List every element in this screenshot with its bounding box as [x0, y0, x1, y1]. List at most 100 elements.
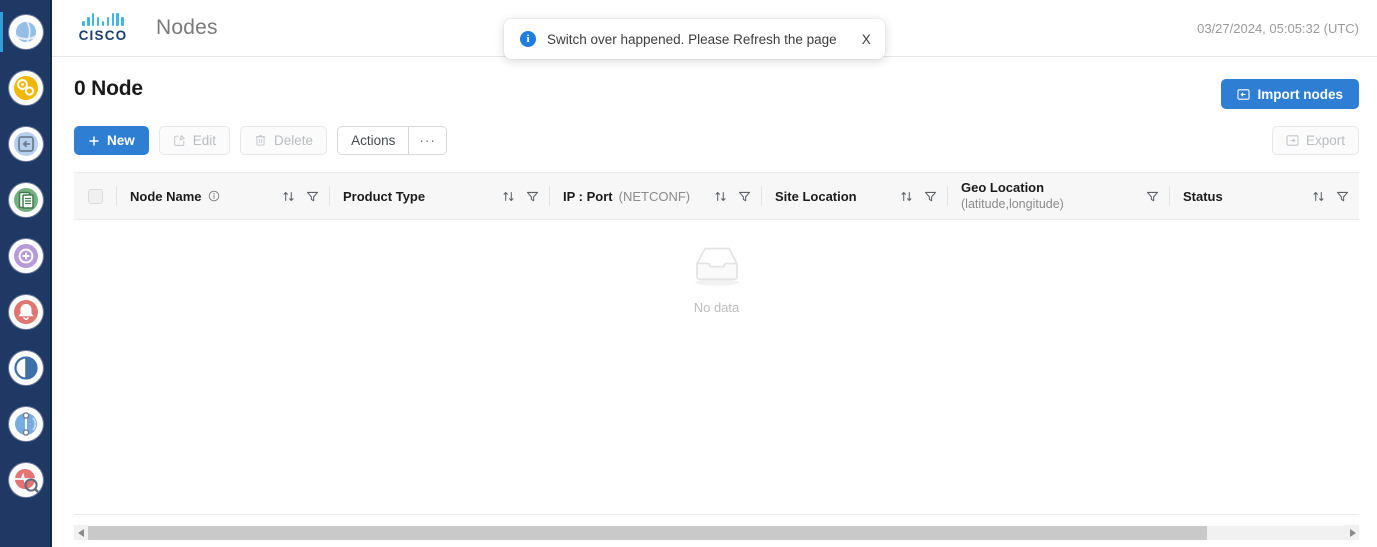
info-icon[interactable]: [208, 190, 220, 202]
filter-icon[interactable]: [738, 190, 751, 203]
add-circle-icon: [9, 239, 43, 273]
sort-icon[interactable]: [714, 190, 727, 203]
cisco-logo: CISCO: [72, 13, 134, 43]
cisco-wordmark: CISCO: [78, 28, 128, 43]
column-tools: [1132, 190, 1159, 203]
actions-button-group: Actions ···: [337, 126, 447, 155]
action-toolbar: New Edit Delete Actions ··· Export: [74, 126, 1359, 155]
edit-button-label: Edit: [192, 133, 217, 148]
sort-icon[interactable]: [282, 190, 295, 203]
column-label-block: Product Type: [329, 189, 425, 204]
edit-button[interactable]: Edit: [158, 126, 231, 155]
pencil-square-icon: [173, 134, 186, 147]
close-icon[interactable]: X: [862, 32, 871, 47]
delete-button-label: Delete: [274, 133, 314, 148]
column-label: IP : Port: [563, 188, 613, 204]
column-label-block: Node Name: [116, 189, 220, 204]
scrollbar-thumb[interactable]: [88, 525, 1207, 540]
sidebar-item-alarm-bell[interactable]: [0, 284, 52, 340]
cisco-bars-icon: [82, 13, 124, 26]
column-label: Status: [1183, 188, 1223, 204]
horizontal-scrollbar[interactable]: [74, 524, 1359, 541]
alarm-bell-icon: [9, 295, 43, 329]
main-area: CISCO Nodes 03/27/2024, 05:05:32 (UTC) i…: [52, 0, 1377, 547]
sidebar-item-add-circle[interactable]: [0, 228, 52, 284]
trash-icon: [254, 134, 267, 147]
documents-icon: [9, 183, 43, 217]
column-tools: [1298, 190, 1349, 203]
notification-toast: i Switch over happened. Please Refresh t…: [504, 19, 885, 59]
page-head: 0 Node Import nodes: [74, 57, 1359, 109]
sort-icon[interactable]: [1312, 190, 1325, 203]
column-sublabel: (latitude,longitude): [961, 197, 1064, 212]
toolbar-right: Export: [1271, 126, 1359, 155]
column-label-block: Site Location: [761, 189, 857, 204]
sort-icon[interactable]: [900, 190, 913, 203]
page-title: 0 Node: [74, 77, 143, 100]
gears-icon: [9, 71, 43, 105]
filter-icon[interactable]: [1336, 190, 1349, 203]
page-content: 0 Node Import nodes New Edit Delete Acti…: [52, 57, 1377, 547]
column-header-node_name: Node Name: [116, 173, 329, 219]
column-label-block: Status: [1169, 189, 1223, 204]
empty-inbox-icon: [685, 242, 749, 293]
filter-icon[interactable]: [924, 190, 937, 203]
plus-icon: [88, 135, 100, 147]
import-nodes-button[interactable]: Import nodes: [1221, 79, 1359, 109]
page-app-title: Nodes: [156, 16, 218, 39]
export-button-label: Export: [1305, 133, 1345, 148]
sidebar-item-device-config[interactable]: [0, 116, 52, 172]
sort-icon[interactable]: [502, 190, 515, 203]
actions-overflow-button[interactable]: ···: [409, 126, 447, 155]
column-sublabel: (NETCONF): [618, 188, 691, 204]
scroll-right-arrow-icon[interactable]: [1345, 525, 1359, 540]
sidebar-item-half-circle[interactable]: [0, 340, 52, 396]
scrollbar-track[interactable]: [88, 525, 1345, 540]
empty-state-text: No data: [693, 300, 740, 315]
export-icon: [1286, 134, 1299, 147]
column-tools: [886, 190, 937, 203]
device-config-icon: [9, 127, 43, 161]
import-icon: [1237, 88, 1251, 101]
column-label: Site Location: [775, 188, 857, 204]
column-header-product_type: Product Type: [329, 173, 549, 219]
actions-button[interactable]: Actions: [337, 126, 410, 155]
column-header-status: Status: [1169, 173, 1359, 219]
table-body: No data: [74, 220, 1359, 515]
sidebar-item-documents[interactable]: [0, 172, 52, 228]
actions-button-label: Actions: [351, 133, 396, 148]
column-header-select: [74, 173, 116, 219]
column-label: Node Name: [130, 188, 202, 204]
column-label-block: Geo Location (latitude,longitude): [947, 180, 1064, 213]
top-header-bar: CISCO Nodes 03/27/2024, 05:05:32 (UTC) i…: [52, 0, 1377, 59]
filter-icon[interactable]: [1146, 190, 1159, 203]
column-label: Product Type: [343, 188, 426, 204]
primary-sidebar: [0, 0, 52, 547]
globe-icon: [9, 15, 43, 49]
column-label-block: IP : Port (NETCONF): [549, 189, 690, 204]
scroll-left-arrow-icon[interactable]: [74, 525, 88, 540]
topology-icon: [9, 407, 43, 441]
column-tools: [488, 190, 539, 203]
info-icon: i: [520, 31, 536, 47]
column-label: Geo Location: [961, 179, 1045, 195]
toast-message: Switch over happened. Please Refresh the…: [547, 31, 837, 47]
page-head-actions: Import nodes: [1221, 77, 1359, 109]
sidebar-item-gears[interactable]: [0, 60, 52, 116]
export-button[interactable]: Export: [1271, 126, 1359, 155]
import-nodes-label: Import nodes: [1257, 86, 1343, 102]
filter-icon[interactable]: [526, 190, 539, 203]
ellipsis-icon: ···: [419, 133, 436, 148]
new-button[interactable]: New: [74, 126, 149, 155]
filter-icon[interactable]: [306, 190, 319, 203]
nodes-table: Node Name Product Type IP : Port (NETCON…: [74, 172, 1359, 547]
utc-timestamp: 03/27/2024, 05:05:32 (UTC): [1197, 20, 1359, 36]
sidebar-item-topology[interactable]: [0, 396, 52, 452]
select-all-checkbox[interactable]: [87, 188, 103, 204]
sidebar-item-monitor-search[interactable]: [0, 452, 52, 508]
half-circle-icon: [9, 351, 43, 385]
sidebar-item-globe[interactable]: [0, 4, 52, 60]
delete-button[interactable]: Delete: [240, 126, 328, 155]
monitor-search-icon: [9, 463, 43, 497]
column-tools: [268, 190, 319, 203]
